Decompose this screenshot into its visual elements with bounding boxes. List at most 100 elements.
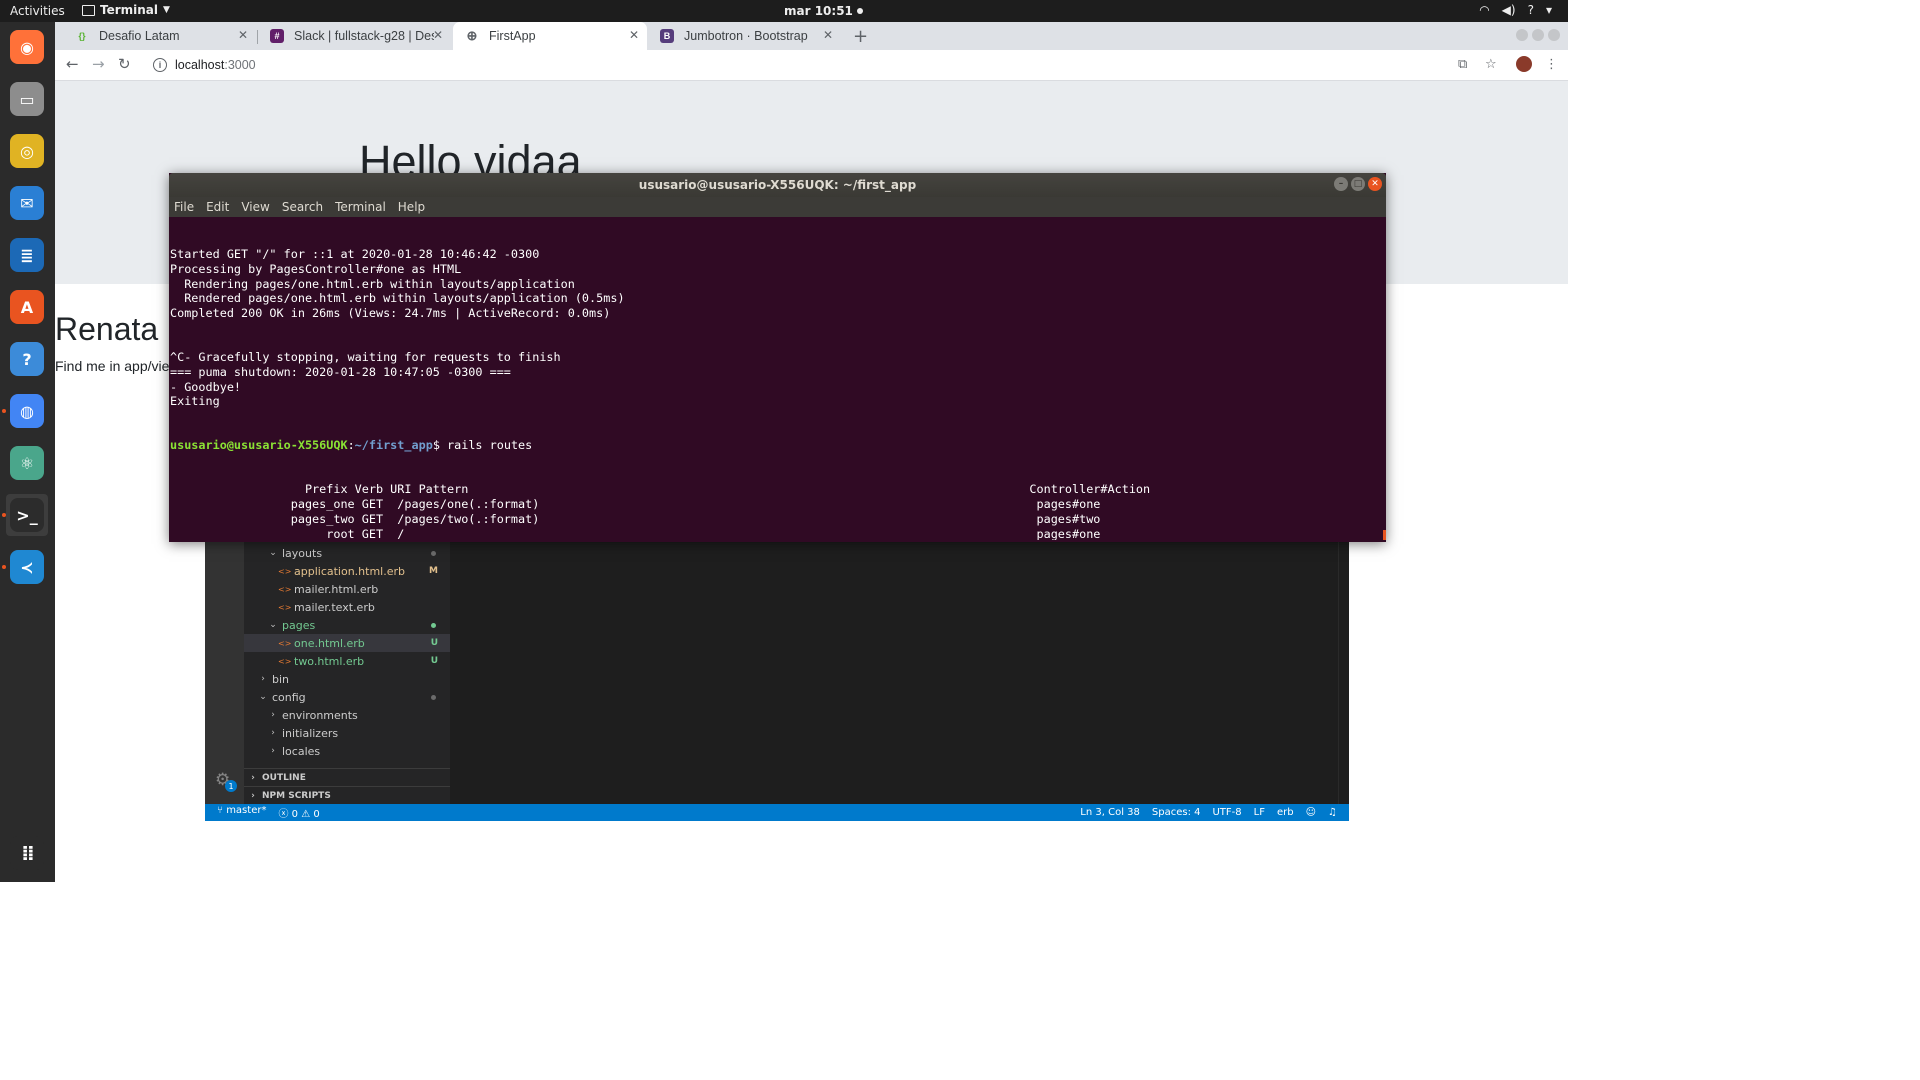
outline-section[interactable]: › OUTLINE [244, 768, 450, 787]
menu-edit[interactable]: Edit [206, 200, 229, 214]
encoding[interactable]: UTF-8 [1212, 807, 1241, 818]
modified-dot [431, 694, 436, 700]
log-line: - Goodbye! [170, 379, 242, 394]
dock-item[interactable]: ≺ [6, 546, 48, 588]
vscode-editor[interactable] [450, 540, 1349, 804]
terminal-titlebar[interactable]: ususario@ususario-X556UQK: ~/first_app –… [169, 173, 1386, 197]
dock-item[interactable]: ✉ [6, 182, 48, 224]
dock-item[interactable]: ⚛ [6, 442, 48, 484]
profile-avatar[interactable] [1516, 56, 1532, 72]
language-mode[interactable]: erb [1277, 807, 1294, 818]
feedback-smiley-icon[interactable]: ☺ [1306, 807, 1316, 818]
explorer-folder[interactable]: › bin [244, 670, 450, 688]
menu-search[interactable]: Search [282, 200, 323, 214]
bookmark-star-icon[interactable]: ☆ [1485, 57, 1497, 72]
cursor-position[interactable]: Ln 3, Col 38 [1080, 807, 1140, 818]
menu-help[interactable]: Help [398, 200, 425, 214]
explorer-folder[interactable]: › initializers [244, 724, 450, 742]
menu-file[interactable]: File [174, 200, 194, 214]
end-of-line[interactable]: LF [1254, 807, 1265, 818]
error-icon: ⓧ [278, 809, 292, 820]
editor-scrollbar[interactable] [1338, 540, 1339, 804]
dock-item[interactable]: A [6, 286, 48, 328]
dock-item[interactable]: ◍ [6, 390, 48, 432]
dock-item[interactable]: ≣ [6, 234, 48, 276]
maximize-icon[interactable]: □ [1351, 177, 1365, 191]
dock-item[interactable]: ▭ [6, 78, 48, 120]
route-line: root GET / pages#one [170, 526, 1101, 540]
route-line: pages_one GET /pages/one(.:format) pages… [170, 497, 1101, 512]
site-info-icon[interactable]: i [153, 58, 167, 72]
branch-label: master* [226, 805, 267, 816]
terminal-output[interactable]: Started GET "/" for ::1 at 2020-01-28 10… [170, 218, 1384, 540]
terminal-window: ususario@ususario-X556UQK: ~/first_app –… [169, 173, 1386, 542]
system-status-area[interactable]: ◠ ◀) ? ▾ [1479, 3, 1552, 17]
close-window-button[interactable] [1548, 29, 1560, 41]
dock-item[interactable]: ⁞⁞ [6, 832, 48, 874]
forward-arrow-icon[interactable]: → [92, 55, 105, 73]
tab-jumbotron-bootstrap[interactable]: B Jumbotron · Bootstrap ✕ [648, 22, 841, 50]
tab-title: Jumbotron · Bootstrap [684, 29, 808, 43]
close-tab-icon[interactable]: ✕ [629, 28, 639, 42]
explorer-folder[interactable]: › environments [244, 706, 450, 724]
minimize-icon[interactable]: – [1334, 177, 1348, 191]
explorer-file[interactable]: <> one.html.erb U [244, 634, 450, 652]
log-line: Completed 200 OK in 26ms (Views: 24.7ms … [170, 306, 611, 321]
explorer-folder[interactable]: ⌄ config [244, 688, 450, 706]
close-tab-icon[interactable]: ✕ [823, 28, 833, 42]
reload-icon[interactable]: ↻ [118, 55, 131, 73]
dock-item[interactable]: ◉ [6, 26, 48, 68]
tree-label: pages [282, 618, 316, 632]
window-title: ususario@ususario-X556UQK: ~/first_app [638, 178, 917, 192]
tab-desafio-latam[interactable]: {} Desafio Latam ✕ [63, 22, 256, 50]
explorer-file[interactable]: <> mailer.text.erb [244, 598, 450, 616]
more-menu-icon[interactable]: ⋮ [1545, 57, 1558, 72]
scroll-indicator [1383, 530, 1386, 540]
dock-item[interactable]: ◎ [6, 130, 48, 172]
chevron-down-icon: ⌄ [269, 620, 277, 630]
writer-icon: ≣ [10, 238, 44, 272]
app-menu[interactable]: Terminal ▼ [82, 3, 170, 17]
explorer-folder[interactable]: ⌄ pages [244, 616, 450, 634]
menu-view[interactable]: View [241, 200, 269, 214]
chrome-icon: ◍ [10, 394, 44, 428]
explorer-file[interactable]: <> mailer.html.erb [244, 580, 450, 598]
url-port: :3000 [224, 58, 256, 72]
notifications-bell-icon[interactable]: ♫ [1328, 807, 1337, 818]
back-arrow-icon[interactable]: ← [66, 55, 79, 73]
translate-icon[interactable]: ⧉ [1458, 57, 1467, 72]
dock-item[interactable]: ? [6, 338, 48, 380]
tab-slack[interactable]: # Slack | fullstack-g28 | Des ✕ [258, 22, 451, 50]
menu-terminal[interactable]: Terminal [335, 200, 386, 214]
new-tab-button[interactable]: + [853, 26, 868, 47]
explorer-file[interactable]: <> application.html.erb M [244, 562, 450, 580]
minimize-button[interactable] [1516, 29, 1528, 41]
files-icon: ▭ [10, 82, 44, 116]
explorer-file[interactable]: <> two.html.erb U [244, 652, 450, 670]
activities-button[interactable]: Activities [10, 4, 65, 18]
indentation[interactable]: Spaces: 4 [1152, 807, 1201, 818]
thunderbird-icon: ✉ [10, 186, 44, 220]
dock-item[interactable]: >_ [6, 494, 48, 536]
maximize-button[interactable] [1532, 29, 1544, 41]
address-bar[interactable]: i localhost:3000 [145, 53, 1435, 77]
close-icon[interactable]: ✕ [1368, 177, 1382, 191]
chevron-right-icon: › [271, 746, 275, 756]
git-branch[interactable]: ⑂ master* [217, 805, 266, 820]
erb-file-icon: <> [278, 584, 292, 594]
firefox-icon: ◉ [10, 30, 44, 64]
modified-dot [431, 550, 436, 556]
running-indicator [2, 565, 6, 569]
close-tab-icon[interactable]: ✕ [433, 28, 443, 42]
tab-firstapp[interactable]: ⊕ FirstApp ✕ [453, 22, 647, 50]
explorer-folder[interactable]: ⌄ layouts [244, 544, 450, 562]
npm-scripts-section[interactable]: › NPM SCRIPTS [244, 786, 450, 805]
clock[interactable]: mar 10:51 [784, 4, 863, 18]
tree-label: layouts [282, 546, 323, 560]
problems-indicator[interactable]: ⓧ 0 ⚠ 0 [278, 805, 319, 820]
explorer-folder[interactable]: › locales [244, 742, 450, 760]
tab-title: FirstApp [489, 29, 536, 43]
close-tab-icon[interactable]: ✕ [238, 28, 248, 42]
prompt-user: ususario@ususario-X556UQK [170, 438, 348, 453]
